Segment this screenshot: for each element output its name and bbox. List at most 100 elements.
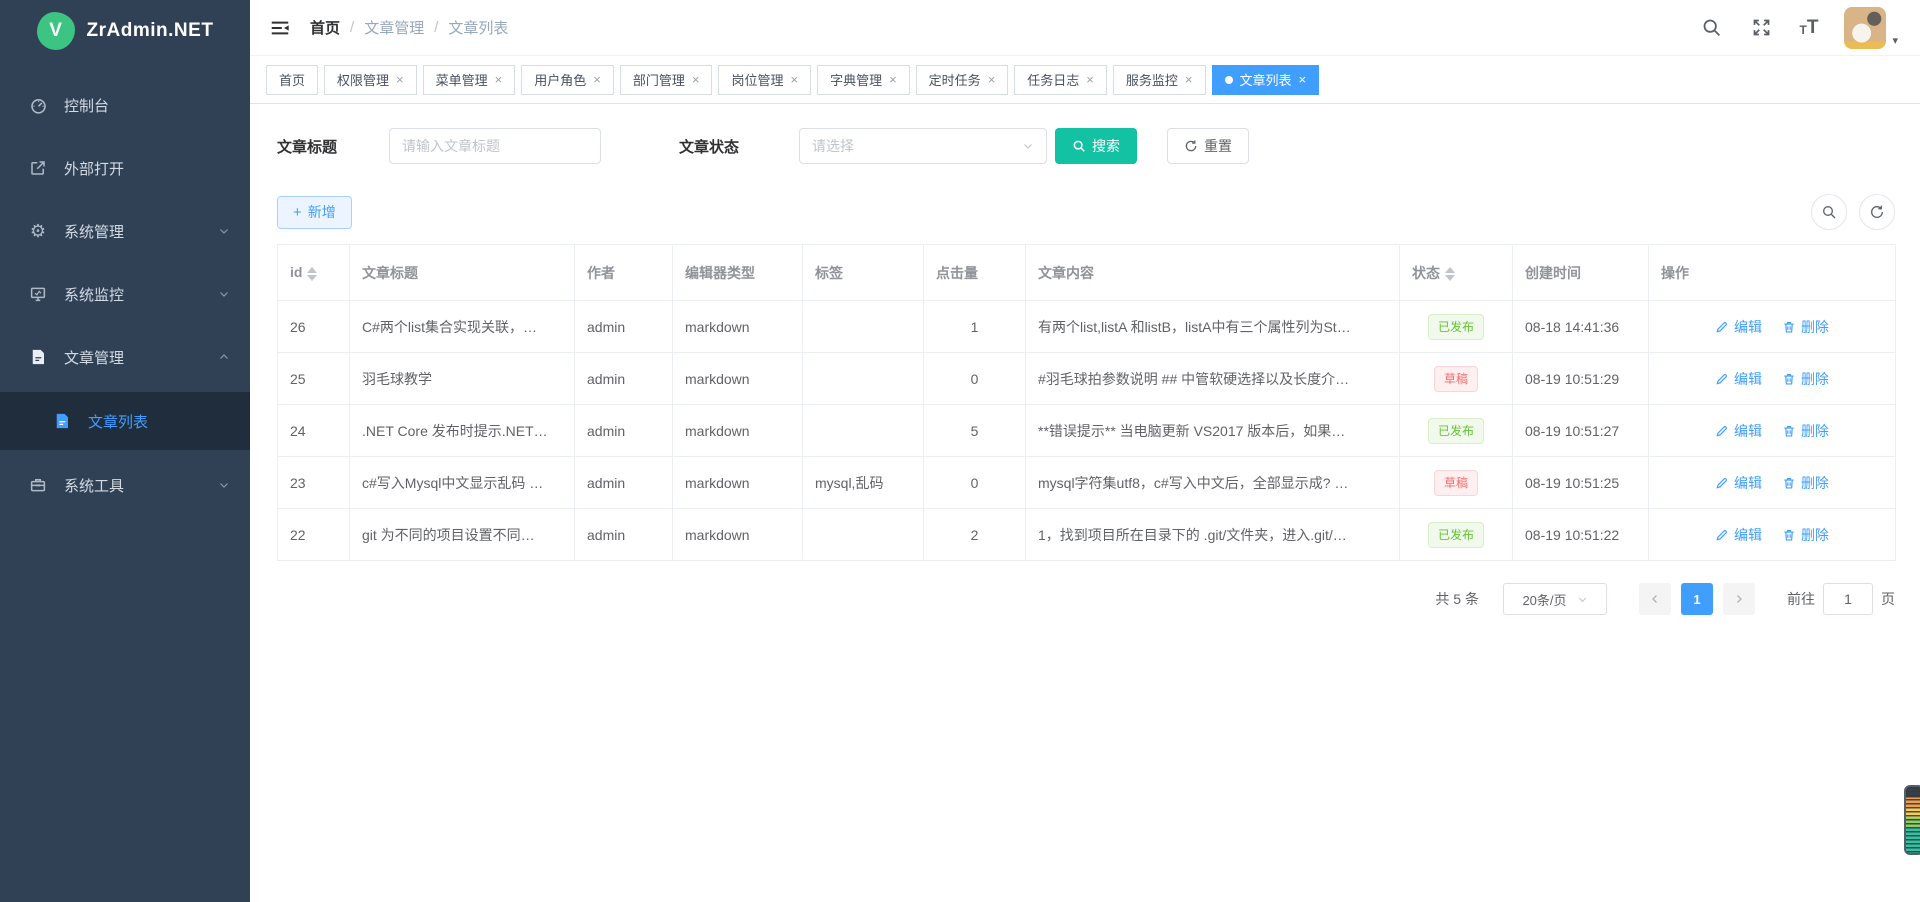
logo[interactable]: V ZrAdmin.NET [0, 0, 250, 62]
user-menu[interactable]: ▾ [1844, 7, 1898, 49]
table-row[interactable]: 25 羽毛球教学 admin markdown 0 #羽毛球拍参数说明 ## 中… [278, 353, 1896, 405]
close-icon[interactable]: × [495, 73, 503, 86]
sidebar-item-label: 外部打开 [64, 158, 230, 179]
table-row[interactable]: 22 git 为不同的项目设置不同… admin markdown 2 1，找到… [278, 509, 1896, 561]
delete-button[interactable]: 删除 [1782, 317, 1829, 337]
prev-page-button[interactable] [1639, 583, 1671, 615]
close-icon[interactable]: × [593, 73, 601, 86]
sidebar-item-article-management[interactable]: 文章管理 [0, 329, 250, 385]
show-search-button[interactable] [1811, 194, 1847, 230]
sort-icon[interactable] [307, 267, 317, 281]
tab[interactable]: 定时任务 × [916, 65, 1009, 95]
column-header-id[interactable]: id [278, 245, 350, 301]
close-icon[interactable]: × [790, 73, 798, 86]
pagination: 共 5 条 20条/页 1 前往 页 [277, 583, 1895, 615]
page-content: 文章标题 文章状态 请选择 搜索 [250, 104, 1920, 902]
table-row[interactable]: 24 .NET Core 发布时提示.NET… admin markdown 5… [278, 405, 1896, 457]
delete-label: 删除 [1801, 317, 1829, 337]
sidebar-item-external-open[interactable]: 外部打开 [0, 140, 250, 196]
tab[interactable]: 权限管理 × [324, 65, 417, 95]
edit-button[interactable]: 编辑 [1715, 369, 1762, 389]
close-icon[interactable]: × [889, 73, 897, 86]
tab[interactable]: 岗位管理 × [718, 65, 811, 95]
delete-label: 删除 [1801, 421, 1829, 441]
cell-created: 08-18 14:41:36 [1513, 301, 1649, 353]
next-page-button[interactable] [1723, 583, 1755, 615]
delete-button[interactable]: 删除 [1782, 421, 1829, 441]
sidebar-item-system-management[interactable]: ⚙ 系统管理 [0, 203, 250, 259]
table-row[interactable]: 23 c#写入Mysql中文显示乱码 … admin markdown mysq… [278, 457, 1896, 509]
sidebar-fold-button[interactable] [266, 14, 294, 42]
add-button[interactable]: 新增 [277, 196, 352, 229]
close-icon[interactable]: × [1185, 73, 1193, 86]
sidebar-item-system-tools[interactable]: 系统工具 [0, 457, 250, 513]
cell-id: 25 [278, 353, 350, 405]
cell-tag [803, 353, 924, 405]
cell-clicks: 0 [924, 353, 1026, 405]
browser-extension-widget[interactable] [1904, 785, 1920, 855]
fullscreen-icon[interactable] [1750, 16, 1774, 40]
close-icon[interactable]: × [988, 73, 996, 86]
column-header-status[interactable]: 状态 [1400, 245, 1513, 301]
monitor-icon [28, 284, 48, 304]
document-icon [52, 411, 72, 431]
column-label: 标签 [815, 265, 843, 281]
add-button-label: 新增 [308, 202, 336, 222]
column-label: 编辑器类型 [685, 265, 755, 281]
close-icon[interactable]: × [1086, 73, 1094, 86]
article-title-input[interactable] [389, 128, 601, 164]
cell-title: 羽毛球教学 [350, 353, 575, 405]
avatar[interactable] [1844, 7, 1886, 49]
external-link-icon [28, 158, 48, 178]
cell-clicks: 2 [924, 509, 1026, 561]
table-row[interactable]: 26 C#两个list集合实现关联，… admin markdown 1 有两个… [278, 301, 1896, 353]
cell-id: 24 [278, 405, 350, 457]
column-label: 文章标题 [362, 265, 418, 281]
delete-button[interactable]: 删除 [1782, 473, 1829, 493]
search-button[interactable]: 搜索 [1055, 128, 1137, 164]
goto-page-input[interactable] [1823, 583, 1873, 615]
tab[interactable]: 菜单管理 × [423, 65, 516, 95]
cell-content: 1，找到项目所在目录下的 .git/文件夹，进入.git/… [1026, 509, 1400, 561]
breadcrumb-article-management[interactable]: 文章管理 [364, 17, 424, 38]
cell-status: 已发布 [1400, 509, 1513, 561]
cell-author: admin [575, 405, 673, 457]
close-icon[interactable]: × [396, 73, 404, 86]
edit-button[interactable]: 编辑 [1715, 525, 1762, 545]
article-status-select[interactable]: 请选择 [799, 128, 1047, 164]
tab[interactable]: 首页 [266, 65, 318, 95]
tab[interactable]: 用户角色 × [521, 65, 614, 95]
sidebar-item-label: 控制台 [64, 95, 230, 116]
tab[interactable]: 服务监控 × [1113, 65, 1206, 95]
tab[interactable]: 字典管理 × [817, 65, 910, 95]
search-icon[interactable] [1700, 16, 1724, 40]
tab[interactable]: 部门管理 × [620, 65, 713, 95]
delete-button[interactable]: 删除 [1782, 369, 1829, 389]
tab-label: 任务日志 [1027, 70, 1079, 89]
sidebar-item-system-monitor[interactable]: 系统监控 [0, 266, 250, 322]
edit-button[interactable]: 编辑 [1715, 317, 1762, 337]
navbar-actions: TT ▾ [1700, 7, 1898, 49]
close-icon[interactable]: × [692, 73, 700, 86]
breadcrumb-home[interactable]: 首页 [310, 17, 340, 38]
tab[interactable]: 任务日志 × [1014, 65, 1107, 95]
sidebar-item-article-list[interactable]: 文章列表 [0, 392, 250, 450]
chevron-down-icon [218, 225, 230, 237]
cell-status: 草稿 [1400, 457, 1513, 509]
close-icon[interactable]: × [1299, 73, 1307, 86]
font-size-icon[interactable]: TT [1800, 18, 1819, 37]
cell-editor-type: markdown [673, 509, 803, 561]
tab-label: 菜单管理 [436, 70, 488, 89]
chevron-up-icon [218, 351, 230, 363]
sort-icon[interactable] [1445, 267, 1455, 281]
refresh-table-button[interactable] [1859, 194, 1895, 230]
page-number-button[interactable]: 1 [1681, 583, 1713, 615]
reset-button[interactable]: 重置 [1167, 128, 1249, 164]
breadcrumb-article-list[interactable]: 文章列表 [448, 17, 508, 38]
page-size-select[interactable]: 20条/页 [1503, 583, 1607, 615]
tab[interactable]: 文章列表 × [1212, 65, 1320, 95]
edit-button[interactable]: 编辑 [1715, 421, 1762, 441]
delete-button[interactable]: 删除 [1782, 525, 1829, 545]
edit-button[interactable]: 编辑 [1715, 473, 1762, 493]
sidebar-item-dashboard[interactable]: 控制台 [0, 77, 250, 133]
